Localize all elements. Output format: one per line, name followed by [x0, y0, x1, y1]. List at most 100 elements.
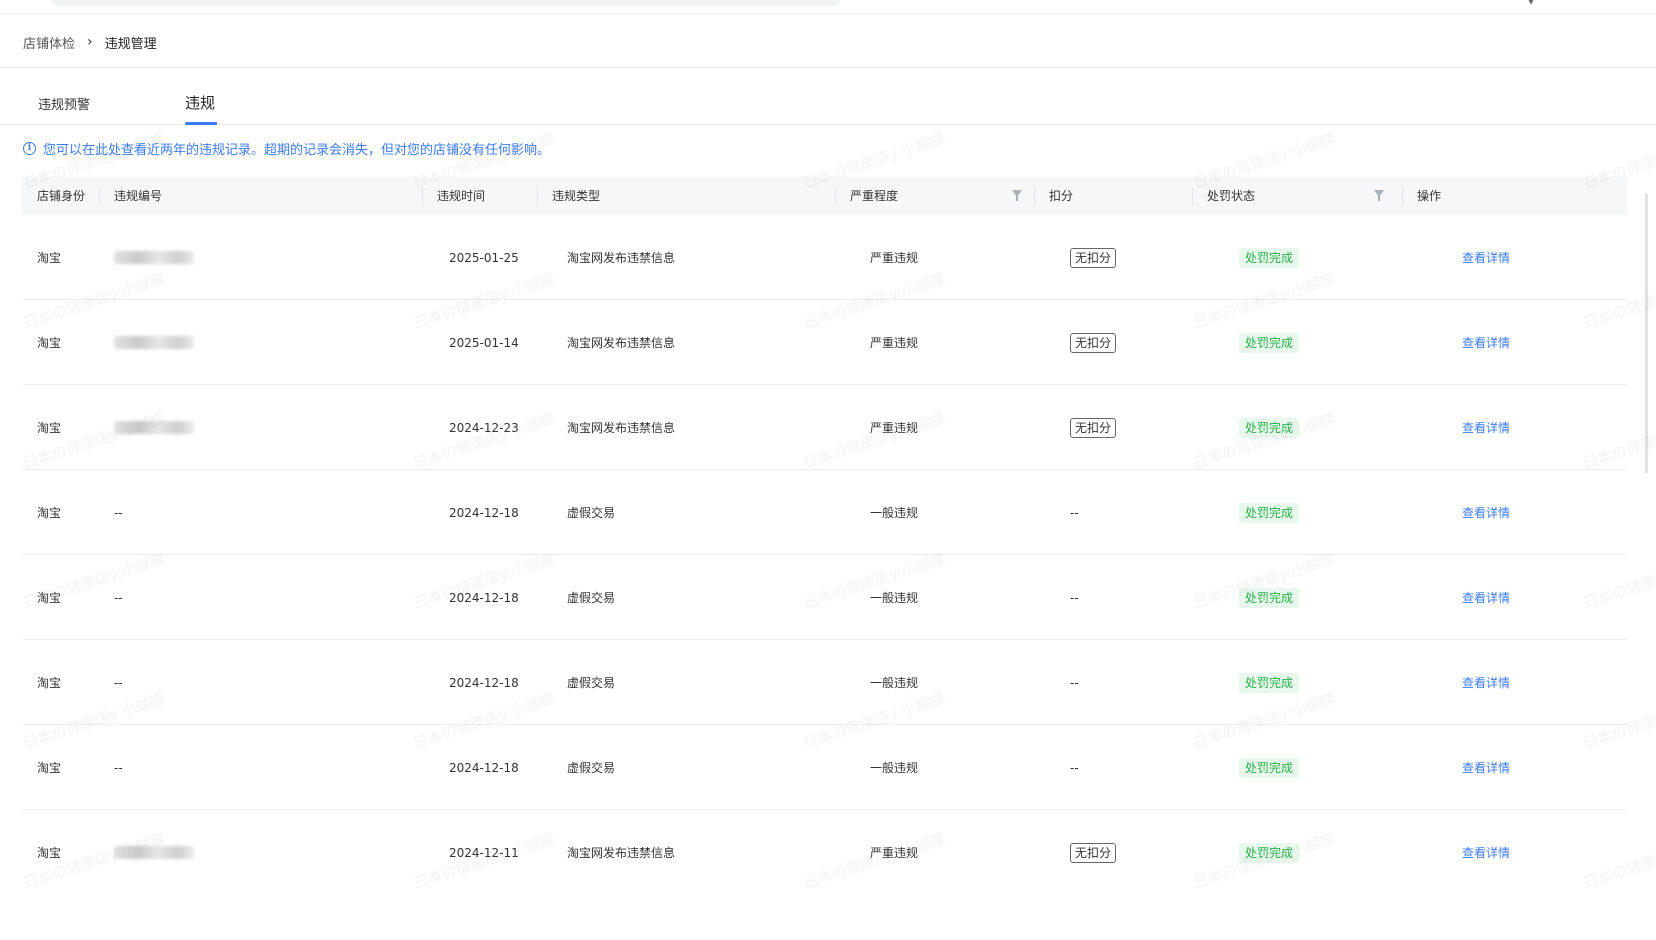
redacted-code [114, 336, 194, 349]
store-identity: 淘宝 [37, 591, 62, 605]
status-badge: 处罚完成 [1239, 842, 1300, 863]
table-body: 淘宝 2025-01-25 淘宝网发布违禁信息 严重违规 无扣分 处罚完成 查看详情 淘宝 20… [22, 215, 1627, 895]
view-details-link[interactable]: 查看详情 [1462, 674, 1510, 691]
redacted-code [114, 251, 194, 264]
store-identity: 淘宝 [37, 761, 62, 775]
deduct-value: -- [1070, 505, 1079, 520]
violation-time: 2024-12-18 [449, 505, 519, 520]
deduct-value: -- [1070, 590, 1079, 605]
table-row: 淘宝 2024-12-23 淘宝网发布违禁信息 严重违规 无扣分 处罚完成 查看详情 [22, 385, 1627, 470]
tab-bar: 违规预警 违规 [0, 68, 1656, 125]
table-row: 淘宝 -- 2024-12-18 虚假交易 一般违规 -- 处罚完成 查看详情 [22, 725, 1627, 810]
violation-type: 虚假交易 [567, 761, 616, 775]
column-header-status: 处罚状态 [1207, 189, 1256, 203]
tab-violation-warning[interactable]: 违规预警 [38, 94, 90, 113]
view-details-link[interactable]: 查看详情 [1462, 844, 1510, 861]
deduct-tag: 无扣分 [1070, 247, 1117, 268]
store-identity: 淘宝 [37, 336, 62, 350]
view-details-link[interactable]: 查看详情 [1462, 334, 1510, 351]
severity-level: 一般违规 [870, 761, 919, 775]
column-divider [422, 187, 423, 205]
severity-level: 一般违规 [870, 506, 919, 520]
filter-icon[interactable] [1374, 190, 1384, 201]
column-divider [537, 187, 538, 205]
view-details-link[interactable]: 查看详情 [1462, 589, 1510, 606]
violation-time: 2024-12-23 [449, 420, 519, 435]
store-identity: 淘宝 [37, 676, 62, 690]
severity-level: 一般违规 [870, 591, 919, 605]
column-divider [1034, 187, 1035, 205]
column-header-time: 违规时间 [437, 189, 486, 203]
view-details-link[interactable]: 查看详情 [1462, 504, 1510, 521]
status-badge: 处罚完成 [1239, 417, 1300, 438]
status-badge: 处罚完成 [1239, 672, 1300, 693]
violation-time: 2025-01-14 [449, 335, 519, 350]
status-badge: 处罚完成 [1239, 247, 1300, 268]
redacted-code [114, 846, 194, 859]
column-header-type: 违规类型 [552, 189, 601, 203]
violation-time: 2024-12-18 [449, 760, 519, 775]
notice-banner: i 您可以在此处查看近两年的违规记录。超期的记录会消失，但对您的店铺没有任何影响… [23, 139, 550, 158]
store-identity: 淘宝 [37, 846, 62, 860]
violation-type: 淘宝网发布违禁信息 [567, 251, 676, 265]
violation-time: 2025-01-25 [449, 250, 519, 265]
deduct-tag: 无扣分 [1070, 842, 1117, 863]
chevron-right-icon: › [87, 34, 93, 50]
table-row: 淘宝 2025-01-25 淘宝网发布违禁信息 严重违规 无扣分 处罚完成 查看详情 [22, 215, 1627, 300]
header-icon[interactable]: ▾ [1528, 0, 1534, 8]
deduct-tag: 无扣分 [1070, 332, 1117, 353]
severity-level: 严重违规 [870, 846, 919, 860]
notice-text: 您可以在此处查看近两年的违规记录。超期的记录会消失，但对您的店铺没有任何影响。 [43, 143, 551, 158]
violation-type: 淘宝网发布违禁信息 [567, 421, 676, 435]
column-header-deduct: 扣分 [1049, 189, 1074, 203]
status-badge: 处罚完成 [1239, 757, 1300, 778]
breadcrumb-current: 违规管理 [104, 36, 157, 52]
violation-code: -- [114, 505, 123, 520]
column-divider [1192, 187, 1193, 205]
breadcrumb-parent[interactable]: 店铺体检 [23, 33, 75, 52]
violation-time: 2024-12-11 [449, 845, 519, 860]
table-header: 店铺身份 违规编号 违规时间 违规类型 严重程度 扣分 处罚状态 操作 [22, 177, 1627, 215]
deduct-value: -- [1070, 760, 1079, 775]
search-input[interactable] [50, 0, 840, 6]
violation-type: 虚假交易 [567, 591, 616, 605]
filter-icon[interactable] [1012, 190, 1022, 201]
violation-code: -- [114, 675, 123, 690]
view-details-link[interactable]: 查看详情 [1462, 419, 1510, 436]
column-header-action: 操作 [1417, 189, 1442, 203]
violation-code: -- [114, 760, 123, 775]
view-details-link[interactable]: 查看详情 [1462, 249, 1510, 266]
table-row: 淘宝 -- 2024-12-18 虚假交易 一般违规 -- 处罚完成 查看详情 [22, 470, 1627, 555]
deduct-value: -- [1070, 675, 1079, 690]
info-icon: i [23, 142, 36, 155]
severity-level: 严重违规 [870, 251, 919, 265]
top-bar: ▾ [0, 0, 1656, 14]
column-header-identity: 店铺身份 [37, 189, 86, 203]
violation-time: 2024-12-18 [449, 675, 519, 690]
tab-violation[interactable]: 违规 [185, 92, 215, 113]
severity-level: 严重违规 [870, 336, 919, 350]
store-identity: 淘宝 [37, 506, 62, 520]
status-badge: 处罚完成 [1239, 587, 1300, 608]
table-row: 淘宝 2025-01-14 淘宝网发布违禁信息 严重违规 无扣分 处罚完成 查看详情 [22, 300, 1627, 385]
status-badge: 处罚完成 [1239, 502, 1300, 523]
store-identity: 淘宝 [37, 421, 62, 435]
active-tab-indicator [185, 122, 217, 125]
column-header-code: 违规编号 [114, 189, 163, 203]
violation-time: 2024-12-18 [449, 590, 519, 605]
column-divider [99, 187, 100, 205]
violation-type: 淘宝网发布违禁信息 [567, 846, 676, 860]
store-identity: 淘宝 [37, 251, 62, 265]
violation-type: 淘宝网发布违禁信息 [567, 336, 676, 350]
severity-level: 严重违规 [870, 421, 919, 435]
status-badge: 处罚完成 [1239, 332, 1300, 353]
violation-table: 店铺身份 违规编号 违规时间 违规类型 严重程度 扣分 处罚状态 操作 淘宝 20… [22, 177, 1627, 895]
column-header-severity: 严重程度 [850, 189, 899, 203]
violation-code: -- [114, 590, 123, 605]
column-divider [1402, 187, 1403, 205]
table-row: 淘宝 -- 2024-12-18 虚假交易 一般违规 -- 处罚完成 查看详情 [22, 640, 1627, 725]
vertical-scrollbar[interactable] [1645, 193, 1648, 473]
column-divider [835, 187, 836, 205]
view-details-link[interactable]: 查看详情 [1462, 759, 1510, 776]
violation-type: 虚假交易 [567, 506, 616, 520]
